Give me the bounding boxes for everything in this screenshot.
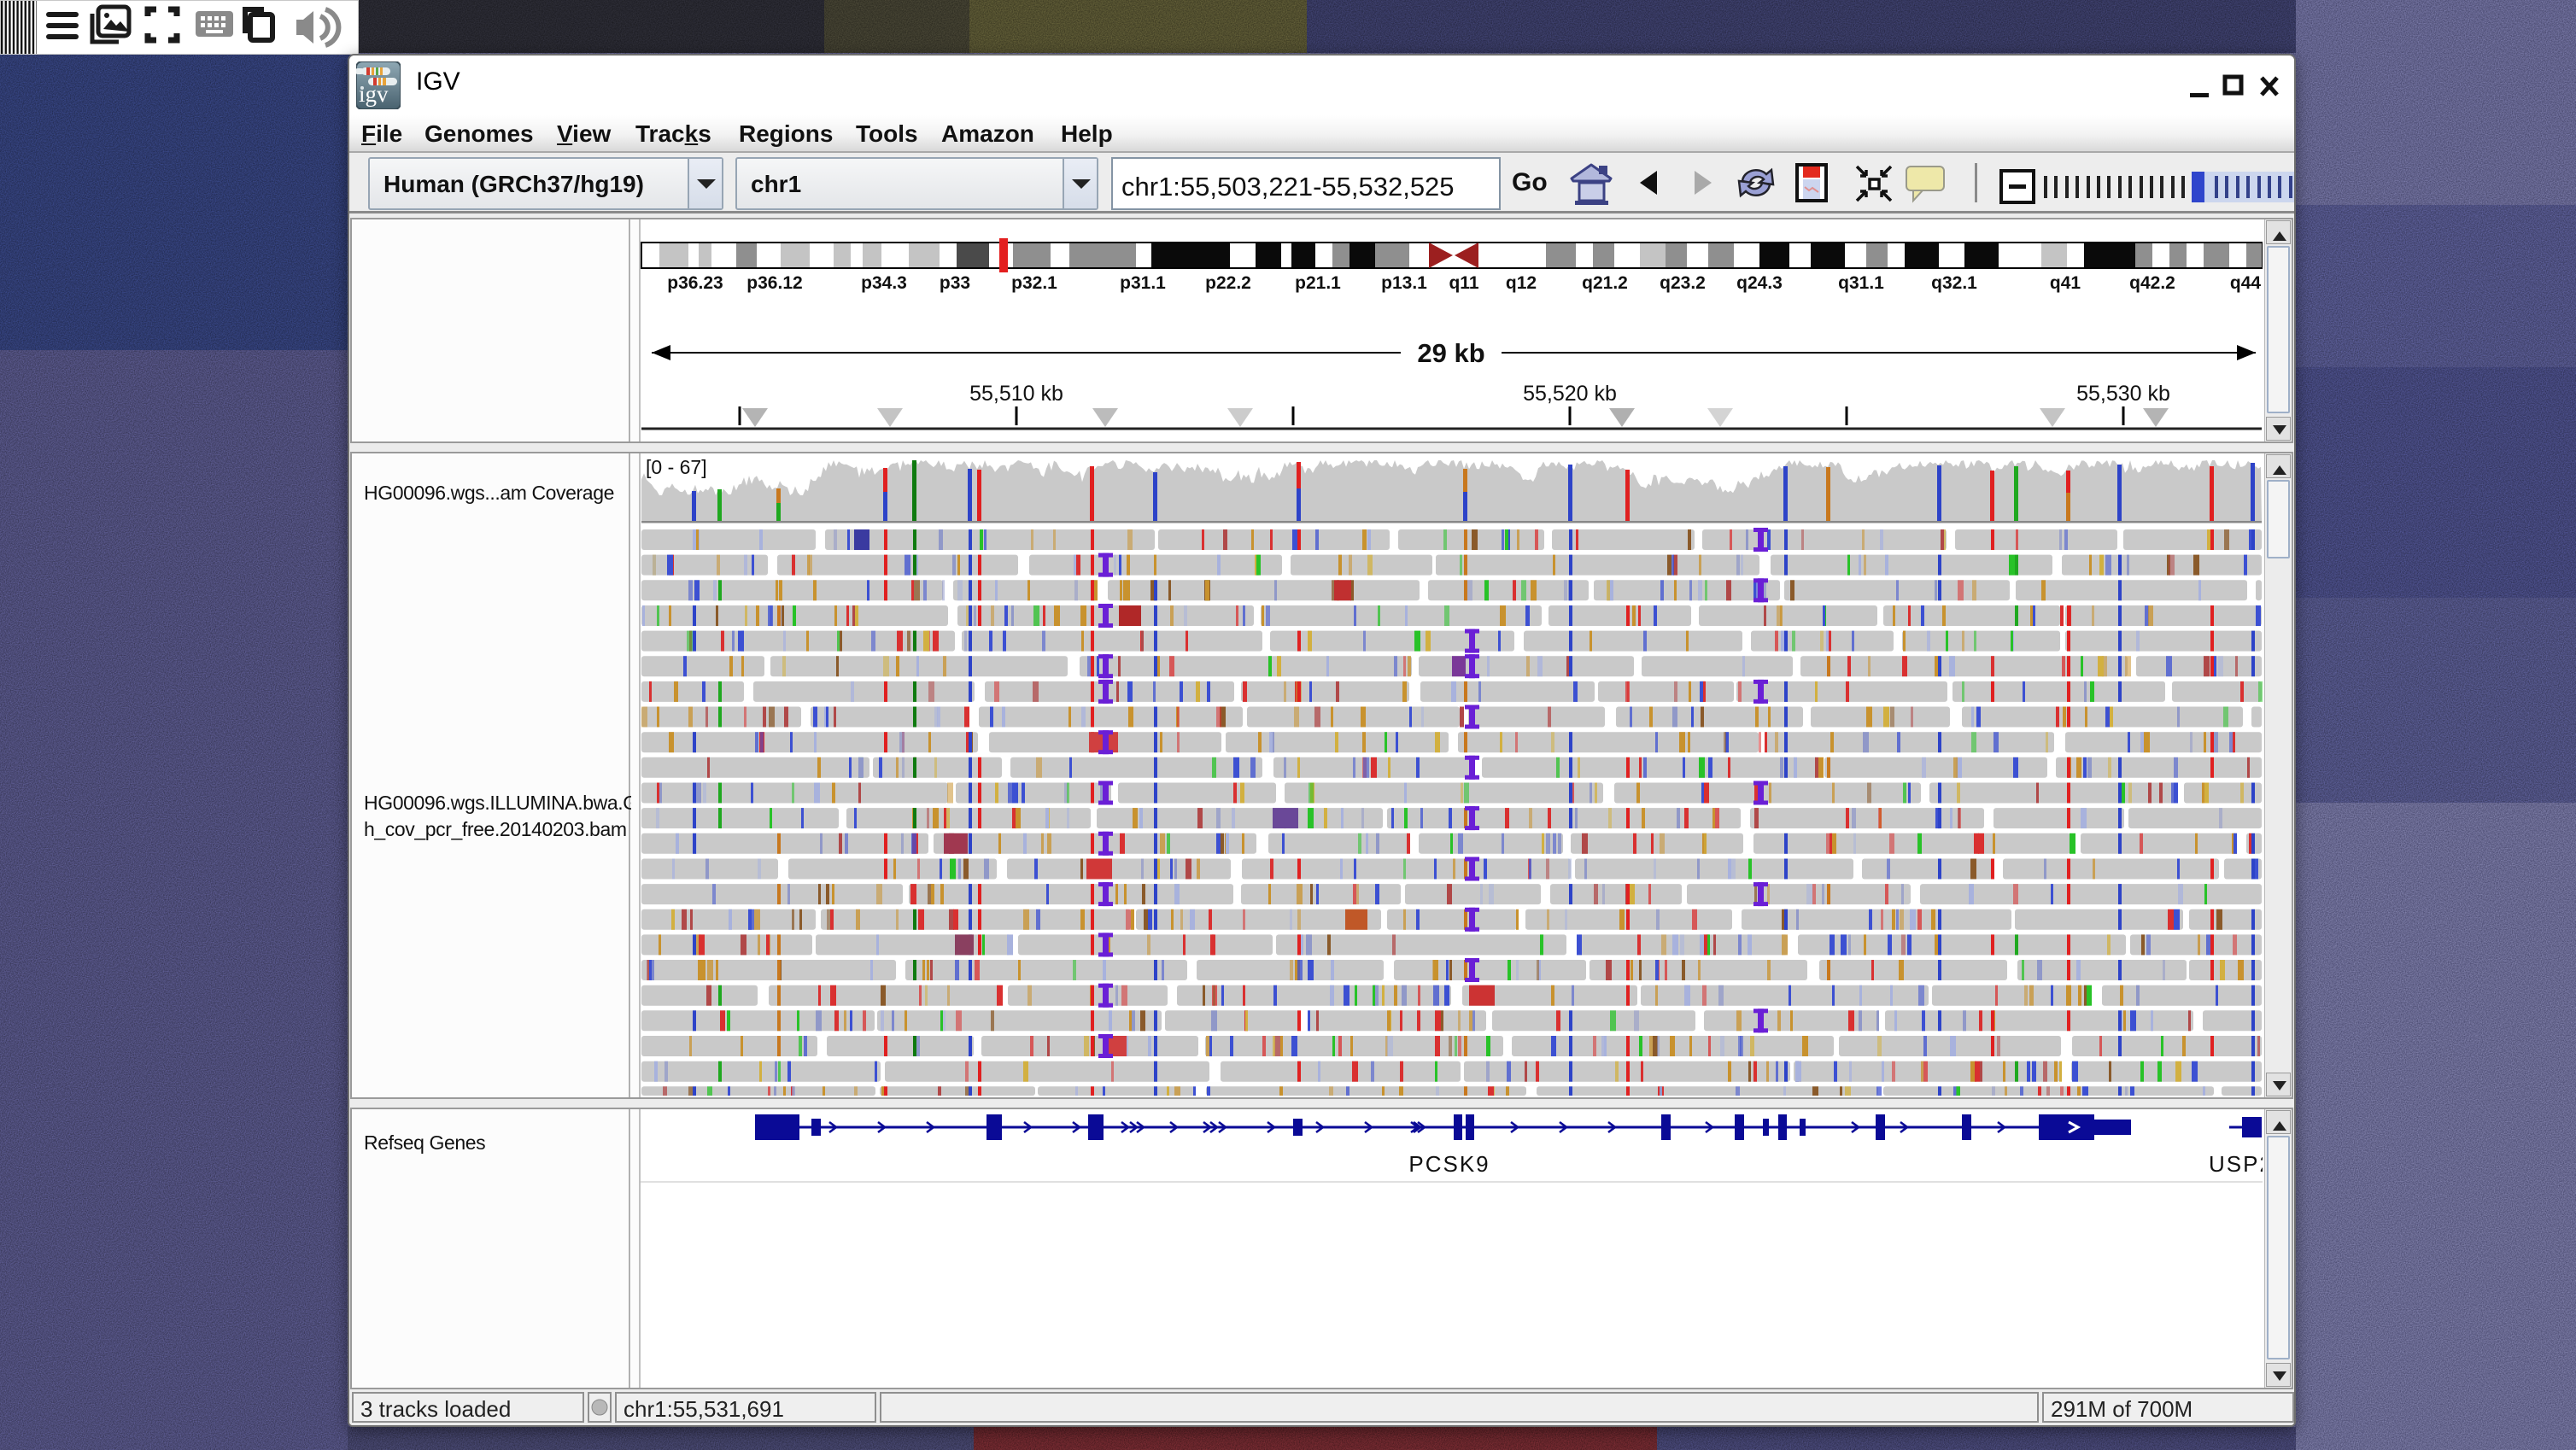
svg-text:55,520 kb: 55,520 kb — [1523, 382, 1617, 406]
svg-text:USP24: USP24 — [2209, 1151, 2263, 1177]
svg-text:55,510 kb: 55,510 kb — [969, 382, 1063, 406]
svg-text:igv: igv — [359, 81, 389, 107]
svg-text:p36.12: p36.12 — [746, 273, 802, 293]
svg-text:q12: q12 — [1506, 273, 1537, 293]
svg-text:29 kb: 29 kb — [1417, 338, 1484, 368]
svg-text:q24.3: q24.3 — [1736, 273, 1783, 293]
svg-text:q41: q41 — [2050, 273, 2081, 293]
svg-text:q11: q11 — [1449, 273, 1478, 293]
svg-text:PCSK9: PCSK9 — [1408, 1151, 1490, 1177]
svg-text:p34.3: p34.3 — [861, 273, 907, 293]
svg-text:q42.2: q42.2 — [2129, 273, 2175, 293]
svg-text:p31.1: p31.1 — [1120, 273, 1166, 293]
svg-text:p36.23: p36.23 — [667, 273, 723, 293]
svg-text:q21.2: q21.2 — [1582, 273, 1628, 293]
svg-text:55,530 kb: 55,530 kb — [2076, 382, 2170, 406]
svg-text:p21.1: p21.1 — [1295, 273, 1341, 293]
svg-text:p22.2: p22.2 — [1205, 273, 1251, 293]
svg-text:p13.1: p13.1 — [1381, 273, 1427, 293]
svg-text:p32.1: p32.1 — [1011, 273, 1057, 293]
svg-text:q31.1: q31.1 — [1838, 273, 1884, 293]
svg-text:q32.1: q32.1 — [1931, 273, 1977, 293]
svg-text:p33: p33 — [940, 273, 970, 293]
svg-text:q23.2: q23.2 — [1660, 273, 1706, 293]
svg-text:q44: q44 — [2230, 273, 2262, 293]
